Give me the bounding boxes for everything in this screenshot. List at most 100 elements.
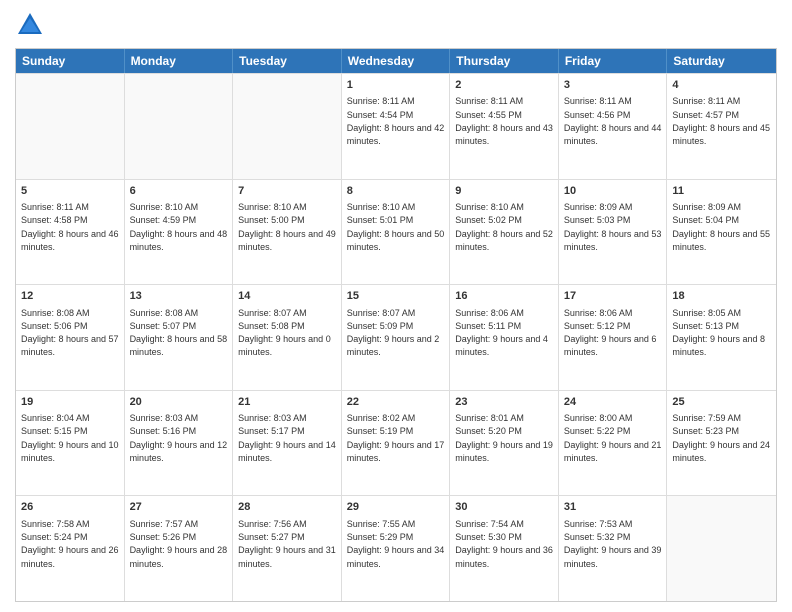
day-number: 17 bbox=[564, 289, 662, 304]
day-info: Sunrise: 8:02 AMSunset: 5:19 PMDaylight:… bbox=[347, 413, 445, 463]
day-info: Sunrise: 8:11 AMSunset: 4:54 PMDaylight:… bbox=[347, 96, 445, 146]
calendar-cell: 4 Sunrise: 8:11 AMSunset: 4:57 PMDayligh… bbox=[667, 74, 776, 179]
calendar-cell: 29 Sunrise: 7:55 AMSunset: 5:29 PMDaylig… bbox=[342, 496, 451, 601]
day-header: Monday bbox=[125, 49, 234, 73]
day-number: 21 bbox=[238, 395, 336, 410]
day-header: Friday bbox=[559, 49, 668, 73]
day-number: 5 bbox=[21, 184, 119, 199]
day-info: Sunrise: 7:57 AMSunset: 5:26 PMDaylight:… bbox=[130, 519, 228, 569]
day-info: Sunrise: 7:53 AMSunset: 5:32 PMDaylight:… bbox=[564, 519, 662, 569]
day-info: Sunrise: 8:10 AMSunset: 5:01 PMDaylight:… bbox=[347, 202, 445, 252]
calendar-cell: 19 Sunrise: 8:04 AMSunset: 5:15 PMDaylig… bbox=[16, 391, 125, 496]
day-info: Sunrise: 7:59 AMSunset: 5:23 PMDaylight:… bbox=[672, 413, 770, 463]
calendar-cell: 9 Sunrise: 8:10 AMSunset: 5:02 PMDayligh… bbox=[450, 180, 559, 285]
day-info: Sunrise: 8:06 AMSunset: 5:12 PMDaylight:… bbox=[564, 308, 657, 358]
logo bbox=[15, 10, 49, 40]
calendar-cell: 13 Sunrise: 8:08 AMSunset: 5:07 PMDaylig… bbox=[125, 285, 234, 390]
calendar-cell: 30 Sunrise: 7:54 AMSunset: 5:30 PMDaylig… bbox=[450, 496, 559, 601]
calendar-row: 26 Sunrise: 7:58 AMSunset: 5:24 PMDaylig… bbox=[16, 495, 776, 601]
day-number: 12 bbox=[21, 289, 119, 304]
calendar-body: 1 Sunrise: 8:11 AMSunset: 4:54 PMDayligh… bbox=[16, 73, 776, 601]
day-info: Sunrise: 8:08 AMSunset: 5:06 PMDaylight:… bbox=[21, 308, 119, 358]
day-number: 30 bbox=[455, 500, 553, 515]
calendar-cell: 12 Sunrise: 8:08 AMSunset: 5:06 PMDaylig… bbox=[16, 285, 125, 390]
day-info: Sunrise: 7:55 AMSunset: 5:29 PMDaylight:… bbox=[347, 519, 445, 569]
calendar-cell: 20 Sunrise: 8:03 AMSunset: 5:16 PMDaylig… bbox=[125, 391, 234, 496]
day-number: 14 bbox=[238, 289, 336, 304]
day-info: Sunrise: 7:54 AMSunset: 5:30 PMDaylight:… bbox=[455, 519, 553, 569]
day-info: Sunrise: 8:03 AMSunset: 5:17 PMDaylight:… bbox=[238, 413, 336, 463]
day-number: 20 bbox=[130, 395, 228, 410]
day-info: Sunrise: 8:07 AMSunset: 5:08 PMDaylight:… bbox=[238, 308, 331, 358]
logo-icon bbox=[15, 10, 45, 40]
calendar-cell bbox=[16, 74, 125, 179]
day-info: Sunrise: 7:56 AMSunset: 5:27 PMDaylight:… bbox=[238, 519, 336, 569]
calendar: SundayMondayTuesdayWednesdayThursdayFrid… bbox=[15, 48, 777, 602]
day-number: 19 bbox=[21, 395, 119, 410]
calendar-cell: 27 Sunrise: 7:57 AMSunset: 5:26 PMDaylig… bbox=[125, 496, 234, 601]
day-info: Sunrise: 8:11 AMSunset: 4:55 PMDaylight:… bbox=[455, 96, 553, 146]
calendar-cell: 17 Sunrise: 8:06 AMSunset: 5:12 PMDaylig… bbox=[559, 285, 668, 390]
calendar-cell: 2 Sunrise: 8:11 AMSunset: 4:55 PMDayligh… bbox=[450, 74, 559, 179]
day-number: 18 bbox=[672, 289, 771, 304]
calendar-cell: 15 Sunrise: 8:07 AMSunset: 5:09 PMDaylig… bbox=[342, 285, 451, 390]
calendar-cell: 26 Sunrise: 7:58 AMSunset: 5:24 PMDaylig… bbox=[16, 496, 125, 601]
day-number: 13 bbox=[130, 289, 228, 304]
day-info: Sunrise: 8:01 AMSunset: 5:20 PMDaylight:… bbox=[455, 413, 553, 463]
day-info: Sunrise: 8:03 AMSunset: 5:16 PMDaylight:… bbox=[130, 413, 228, 463]
day-number: 16 bbox=[455, 289, 553, 304]
day-number: 4 bbox=[672, 78, 771, 93]
calendar-cell bbox=[125, 74, 234, 179]
calendar-row: 5 Sunrise: 8:11 AMSunset: 4:58 PMDayligh… bbox=[16, 179, 776, 285]
day-number: 6 bbox=[130, 184, 228, 199]
calendar-cell: 14 Sunrise: 8:07 AMSunset: 5:08 PMDaylig… bbox=[233, 285, 342, 390]
day-info: Sunrise: 8:11 AMSunset: 4:57 PMDaylight:… bbox=[672, 96, 770, 146]
day-info: Sunrise: 8:09 AMSunset: 5:03 PMDaylight:… bbox=[564, 202, 662, 252]
day-info: Sunrise: 8:10 AMSunset: 5:02 PMDaylight:… bbox=[455, 202, 553, 252]
day-number: 2 bbox=[455, 78, 553, 93]
calendar-cell: 22 Sunrise: 8:02 AMSunset: 5:19 PMDaylig… bbox=[342, 391, 451, 496]
day-info: Sunrise: 7:58 AMSunset: 5:24 PMDaylight:… bbox=[21, 519, 119, 569]
calendar-cell: 21 Sunrise: 8:03 AMSunset: 5:17 PMDaylig… bbox=[233, 391, 342, 496]
day-number: 8 bbox=[347, 184, 445, 199]
day-number: 31 bbox=[564, 500, 662, 515]
calendar-cell: 6 Sunrise: 8:10 AMSunset: 4:59 PMDayligh… bbox=[125, 180, 234, 285]
calendar-row: 1 Sunrise: 8:11 AMSunset: 4:54 PMDayligh… bbox=[16, 73, 776, 179]
calendar-cell: 25 Sunrise: 7:59 AMSunset: 5:23 PMDaylig… bbox=[667, 391, 776, 496]
calendar-cell: 16 Sunrise: 8:06 AMSunset: 5:11 PMDaylig… bbox=[450, 285, 559, 390]
day-info: Sunrise: 8:11 AMSunset: 4:58 PMDaylight:… bbox=[21, 202, 119, 252]
calendar-cell: 31 Sunrise: 7:53 AMSunset: 5:32 PMDaylig… bbox=[559, 496, 668, 601]
calendar-cell: 23 Sunrise: 8:01 AMSunset: 5:20 PMDaylig… bbox=[450, 391, 559, 496]
day-number: 1 bbox=[347, 78, 445, 93]
calendar-row: 19 Sunrise: 8:04 AMSunset: 5:15 PMDaylig… bbox=[16, 390, 776, 496]
calendar-cell: 5 Sunrise: 8:11 AMSunset: 4:58 PMDayligh… bbox=[16, 180, 125, 285]
day-number: 23 bbox=[455, 395, 553, 410]
calendar-cell: 8 Sunrise: 8:10 AMSunset: 5:01 PMDayligh… bbox=[342, 180, 451, 285]
calendar-cell: 11 Sunrise: 8:09 AMSunset: 5:04 PMDaylig… bbox=[667, 180, 776, 285]
day-header: Sunday bbox=[16, 49, 125, 73]
day-number: 10 bbox=[564, 184, 662, 199]
calendar-cell: 24 Sunrise: 8:00 AMSunset: 5:22 PMDaylig… bbox=[559, 391, 668, 496]
day-number: 9 bbox=[455, 184, 553, 199]
day-info: Sunrise: 8:08 AMSunset: 5:07 PMDaylight:… bbox=[130, 308, 228, 358]
calendar-cell: 18 Sunrise: 8:05 AMSunset: 5:13 PMDaylig… bbox=[667, 285, 776, 390]
day-info: Sunrise: 8:11 AMSunset: 4:56 PMDaylight:… bbox=[564, 96, 662, 146]
calendar-container: SundayMondayTuesdayWednesdayThursdayFrid… bbox=[0, 0, 792, 612]
calendar-cell: 10 Sunrise: 8:09 AMSunset: 5:03 PMDaylig… bbox=[559, 180, 668, 285]
day-number: 3 bbox=[564, 78, 662, 93]
day-info: Sunrise: 8:04 AMSunset: 5:15 PMDaylight:… bbox=[21, 413, 119, 463]
day-number: 11 bbox=[672, 184, 771, 199]
day-number: 28 bbox=[238, 500, 336, 515]
day-number: 27 bbox=[130, 500, 228, 515]
calendar-cell: 3 Sunrise: 8:11 AMSunset: 4:56 PMDayligh… bbox=[559, 74, 668, 179]
day-header: Saturday bbox=[667, 49, 776, 73]
day-number: 7 bbox=[238, 184, 336, 199]
day-number: 25 bbox=[672, 395, 771, 410]
day-info: Sunrise: 8:09 AMSunset: 5:04 PMDaylight:… bbox=[672, 202, 770, 252]
calendar-header: SundayMondayTuesdayWednesdayThursdayFrid… bbox=[16, 49, 776, 73]
calendar-cell bbox=[667, 496, 776, 601]
day-info: Sunrise: 8:00 AMSunset: 5:22 PMDaylight:… bbox=[564, 413, 662, 463]
day-header: Wednesday bbox=[342, 49, 451, 73]
day-info: Sunrise: 8:10 AMSunset: 4:59 PMDaylight:… bbox=[130, 202, 228, 252]
calendar-row: 12 Sunrise: 8:08 AMSunset: 5:06 PMDaylig… bbox=[16, 284, 776, 390]
